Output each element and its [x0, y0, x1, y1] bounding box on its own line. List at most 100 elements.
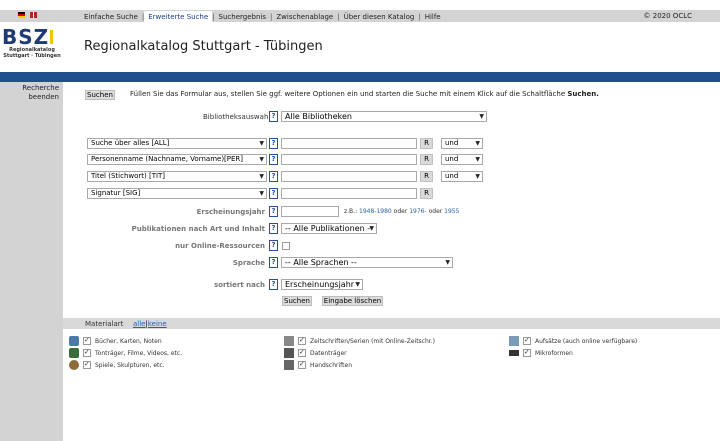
chevron-down-icon: ▼	[475, 140, 480, 147]
index-select-3[interactable]: Titel (Stichwort) [TIT] ▼	[87, 171, 267, 182]
r-button-2[interactable]: R	[420, 154, 433, 165]
material-checkbox-manuscripts[interactable]	[298, 360, 306, 369]
library-label: Bibliotheksauswahl	[203, 113, 271, 121]
german-flag-icon[interactable]	[18, 12, 25, 18]
language-flags	[0, 11, 63, 21]
chevron-down-icon: ▼	[445, 259, 450, 266]
material-label-media: Tonträger, Filme, Videos, etc.	[95, 350, 183, 357]
material-type-title: Materialart	[85, 320, 124, 328]
nav-hilfe[interactable]: Hilfe	[421, 13, 445, 21]
article-icon	[509, 336, 519, 346]
material-checkbox-games[interactable]	[83, 360, 91, 369]
material-label-journals: Zeitschriften/Serien (mit Online-Zeitsch…	[310, 338, 435, 345]
material-label-articles: Aufsätze (auch online verfügbare)	[535, 338, 638, 345]
material-checkbox-journals[interactable]	[298, 336, 306, 345]
index-select-2[interactable]: Personenname (Nachname, Vorname)[PER] ▼	[87, 154, 267, 165]
material-type-bar: Materialart alle|keine	[63, 318, 720, 329]
language-label: Sprache	[232, 259, 265, 267]
field-help-icon-4[interactable]: ?	[269, 188, 278, 199]
material-checkbox-books[interactable]	[83, 336, 91, 345]
search-input-3[interactable]	[281, 171, 417, 182]
year-example-link-2[interactable]: 1976-	[409, 208, 426, 215]
year-example-link-3[interactable]: 1955	[444, 208, 459, 215]
field-help-icon-2[interactable]: ?	[269, 154, 278, 165]
sort-label: sortiert nach	[214, 281, 265, 289]
nav-ueber-katalog[interactable]: Über diesen Katalog	[340, 13, 419, 21]
site-title: Regionalkatalog Stuttgart - Tübingen	[84, 39, 323, 54]
clear-input-button[interactable]: Eingabe löschen	[322, 296, 383, 306]
sidebar-item-recherche-beenden[interactable]: Recherche beenden	[0, 82, 63, 102]
journal-icon	[284, 336, 294, 346]
material-label-microforms: Mikroformen	[535, 350, 573, 357]
nav-zwischenablage[interactable]: Zwischenablage	[272, 13, 337, 21]
chevron-down-icon: ▼	[259, 156, 264, 163]
search-input-4[interactable]	[281, 188, 417, 199]
manuscript-icon	[284, 360, 294, 370]
operator-select-1[interactable]: und ▼	[441, 138, 483, 149]
material-checkbox-media[interactable]	[83, 348, 91, 357]
material-checkbox-datacarrier[interactable]	[298, 348, 306, 357]
material-label-manuscripts: Handschriften	[310, 362, 353, 369]
search-input-2[interactable]	[281, 154, 417, 165]
search-input-1[interactable]	[281, 138, 417, 149]
material-type-links: alle|keine	[133, 320, 167, 328]
sort-help-icon[interactable]: ?	[269, 279, 278, 290]
chevron-down-icon: ▼	[259, 190, 264, 197]
r-button-4[interactable]: R	[420, 188, 433, 199]
search-button-top[interactable]: Suchen	[85, 90, 115, 100]
index-select-1[interactable]: Suche über alles [ALL] ▼	[87, 138, 267, 149]
field-help-icon-1[interactable]: ?	[269, 138, 278, 149]
r-button-3[interactable]: R	[420, 171, 433, 182]
chevron-down-icon: ▼	[475, 156, 480, 163]
year-input[interactable]	[281, 206, 339, 217]
year-examples: z.B.: 1948-1980 oder 1976- oder 1955	[344, 208, 460, 215]
online-label: nur Online-Ressourcen	[175, 242, 265, 250]
microform-icon	[509, 350, 519, 356]
select-none-link[interactable]: keine	[148, 320, 167, 328]
r-button-1[interactable]: R	[420, 138, 433, 149]
language-help-icon[interactable]: ?	[269, 257, 278, 268]
header: BSZ Regionalkatalog Stuttgart · Tübingen…	[0, 22, 720, 72]
disk-icon	[284, 348, 294, 358]
nav-einfache-suche[interactable]: Einfache Suche	[80, 13, 142, 21]
material-label-games: Spiele, Skulpturen, etc.	[95, 362, 165, 369]
operator-select-2[interactable]: und ▼	[441, 154, 483, 165]
sort-select[interactable]: Erscheinungsjahr ▼	[281, 279, 363, 290]
bsz-logo[interactable]: BSZ Regionalkatalog Stuttgart · Tübingen	[2, 27, 62, 67]
library-select[interactable]: Alle Bibliotheken ▼	[281, 111, 487, 122]
header-divider	[0, 72, 720, 82]
sidebar: Recherche beenden	[0, 82, 63, 441]
index-select-4[interactable]: Signatur [SIG] ▼	[87, 188, 267, 199]
search-button[interactable]: Suchen	[282, 296, 312, 306]
online-checkbox[interactable]	[282, 242, 290, 250]
library-help-icon[interactable]: ?	[269, 111, 278, 122]
year-example-link-1[interactable]: 1948-1980	[359, 208, 392, 215]
material-label-books: Bücher, Karten, Noten	[95, 338, 162, 345]
material-checkbox-microforms[interactable]	[523, 348, 531, 357]
english-flag-icon[interactable]	[30, 12, 37, 18]
material-checkbox-articles[interactable]	[523, 336, 531, 345]
top-navigation: Einfache Suche | Erweiterte Suche | Such…	[0, 0, 720, 23]
year-help-icon[interactable]: ?	[269, 206, 278, 217]
nav-erweiterte-suche[interactable]: Erweiterte Suche	[144, 10, 213, 23]
chevron-down-icon: ▼	[355, 281, 360, 288]
search-form: Suchen Füllen Sie das Formular aus, stel…	[63, 82, 720, 441]
copyright: © 2020 OCLC	[643, 12, 692, 20]
logo-subtitle-2: Stuttgart · Tübingen	[3, 53, 61, 59]
nav-suchergebnis[interactable]: Suchergebnis	[215, 13, 270, 21]
online-help-icon[interactable]: ?	[269, 240, 278, 251]
chevron-down-icon: ▼	[259, 140, 264, 147]
publications-label: Publikationen nach Art und Inhalt	[131, 225, 265, 233]
language-select[interactable]: -- Alle Sprachen -- ▼	[281, 257, 453, 268]
film-icon	[69, 348, 79, 358]
chevron-down-icon: ▼	[369, 225, 374, 232]
operator-select-3[interactable]: und ▼	[441, 171, 483, 182]
games-icon	[69, 360, 79, 370]
publications-select[interactable]: -- Alle Publikationen -- ▼	[281, 223, 377, 234]
field-help-icon-3[interactable]: ?	[269, 171, 278, 182]
select-all-link[interactable]: alle	[133, 320, 146, 328]
year-label: Erscheinungsjahr	[196, 208, 265, 216]
nav-links: Einfache Suche | Erweiterte Suche | Such…	[80, 10, 445, 23]
chevron-down-icon: ▼	[475, 173, 480, 180]
publications-help-icon[interactable]: ?	[269, 223, 278, 234]
